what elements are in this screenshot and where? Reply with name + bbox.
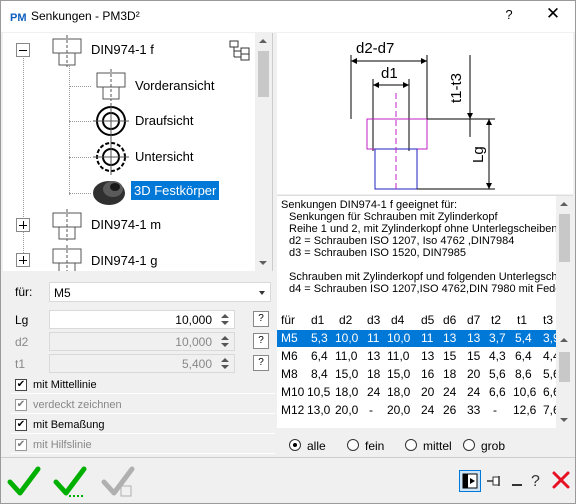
check-icon[interactable]: ✔ [15, 399, 27, 411]
check-icon[interactable]: ✔ [15, 439, 27, 451]
radio-grob[interactable]: grob [463, 437, 513, 453]
right-panel: d2-d7 d1 t1-t3 Lg Senkungen DIN974-1 f g… [277, 33, 575, 457]
expand-toggle-m[interactable] [16, 218, 30, 232]
dimension-table[interactable]: für d1 d2 d3 d4 d5 d6 d7 t2 t1 t3 M5 5,3… [277, 312, 573, 428]
properties-panel: für: M5 Lg 10,000 ? d2 10,000 ? t1 5,400… [3, 278, 275, 454]
dim-d1: d1 [381, 65, 398, 82]
radio-alle[interactable]: alle [289, 437, 339, 453]
ok-check-icon[interactable] [7, 466, 41, 498]
bottom-view-icon [93, 139, 129, 175]
title-bar: PM Senkungen - PM3D² ? ✕ [1, 1, 575, 32]
ok-continue-icon[interactable] [53, 466, 87, 498]
tree-view-icon[interactable] [229, 39, 251, 61]
tree-item-vorderansicht[interactable]: Vorderansicht [135, 78, 215, 93]
part-tree[interactable]: DIN974-1 f Vorderansicht Draufsicht Unte… [3, 33, 273, 271]
minimize-icon[interactable] [509, 472, 525, 490]
tree-item-draufsicht[interactable]: Draufsicht [135, 113, 194, 128]
radio-mittel[interactable]: mittel [405, 437, 465, 453]
solid-3d-icon [93, 181, 125, 205]
lg-input[interactable]: 10,000 [49, 310, 235, 329]
help-icon[interactable]: ? [529, 470, 545, 490]
dim-d2-d7: d2-d7 [356, 40, 394, 57]
t1-help-button[interactable]: ? [253, 355, 269, 371]
table-row[interactable]: M10 10,5 18,0 24 18,0 20 24 24 6,6 10,6 … [277, 384, 573, 401]
stepper-icon[interactable] [220, 314, 230, 326]
close-button[interactable]: ✕ [539, 4, 567, 28]
dim-lg: Lg [470, 146, 487, 163]
bottom-toolbar: ? [1, 457, 575, 503]
dim-t1-t3: t1-t3 [448, 73, 465, 103]
front-view-icon [96, 69, 126, 101]
table-header: für d1 d2 d3 d4 d5 d6 d7 t2 t1 t3 [277, 312, 573, 329]
tree-item-din974-1-g[interactable]: DIN974-1 g [91, 253, 157, 268]
technical-drawing: d2-d7 d1 t1-t3 Lg [277, 33, 573, 194]
fuer-label: für: [15, 285, 33, 299]
svg-text:?: ? [531, 473, 540, 490]
table-row[interactable]: M12 13,0 20,0 - 20,0 24 26 33 - 12,6 7,6 [277, 402, 573, 419]
tree-item-din974-1-f[interactable]: DIN974-1 f [91, 42, 154, 57]
counterbore-part-icon [52, 209, 82, 241]
table-row[interactable]: M5 5,3 10,0 11 10,0 11 13 13 3,7 5,4 3,9 [277, 330, 573, 347]
series-filter: alle fein mittel grob [277, 433, 573, 457]
counterbore-part-icon [52, 35, 82, 67]
dock-panel-icon[interactable] [459, 470, 481, 492]
dialog-window: PM Senkungen - PM3D² ? ✕ DIN974-1 f Vord… [0, 0, 576, 504]
checkbox-hilfslinie[interactable]: ✔ mit Hilfslinie [11, 436, 275, 454]
d2-label: d2 [15, 335, 29, 349]
window-title: Senkungen - PM3D² [31, 9, 140, 23]
expand-toggle-g[interactable] [16, 253, 30, 267]
stepper-icon[interactable] [220, 336, 230, 348]
collapse-toggle[interactable] [16, 43, 30, 57]
chevron-down-icon [259, 291, 265, 295]
pin-icon[interactable] [485, 472, 503, 490]
apply-disabled-icon[interactable] [101, 466, 135, 498]
top-view-icon [93, 103, 129, 139]
check-icon[interactable]: ✔ [15, 419, 27, 431]
check-icon[interactable]: ✔ [15, 379, 27, 391]
tree-item-din974-1-m[interactable]: DIN974-1 m [91, 217, 161, 232]
t1-input[interactable]: 5,400 [49, 354, 235, 373]
help-button[interactable]: ? [497, 7, 521, 27]
checkbox-bemassung[interactable]: ✔ mit Bemaßung [11, 416, 275, 434]
counterbore-part-icon [52, 245, 82, 271]
app-logo-icon: PM [9, 8, 27, 26]
d2-input[interactable]: 10,000 [49, 332, 235, 351]
lg-help-button[interactable]: ? [253, 311, 269, 327]
tree-item-untersicht[interactable]: Untersicht [135, 149, 194, 164]
stepper-icon[interactable] [220, 358, 230, 370]
checkbox-verdeckt[interactable]: ✔ verdeckt zeichnen [11, 396, 275, 414]
checkbox-mittellinie[interactable]: ✔ mit Mittellinie [11, 376, 275, 394]
table-row[interactable]: M6 6,4 11,0 13 11,0 13 15 15 4,3 6,4 4,4 [277, 348, 573, 365]
cancel-x-icon[interactable] [551, 470, 571, 490]
app-logo-letters: PM [10, 12, 27, 24]
table-row[interactable]: M8 8,4 15,0 18 15,0 16 18 20 5,6 8,6 5,6 [277, 366, 573, 383]
lg-label: Lg [15, 313, 29, 327]
d2-help-button[interactable]: ? [253, 333, 269, 349]
tree-scrollbar[interactable] [255, 33, 272, 271]
radio-fein[interactable]: fein [347, 437, 397, 453]
tree-item-3d-festkoerper[interactable]: 3D Festkörper [131, 181, 220, 200]
size-select[interactable]: M5 [49, 282, 271, 302]
t1-label: t1 [15, 357, 26, 371]
table-scrollbar[interactable] [556, 312, 573, 428]
